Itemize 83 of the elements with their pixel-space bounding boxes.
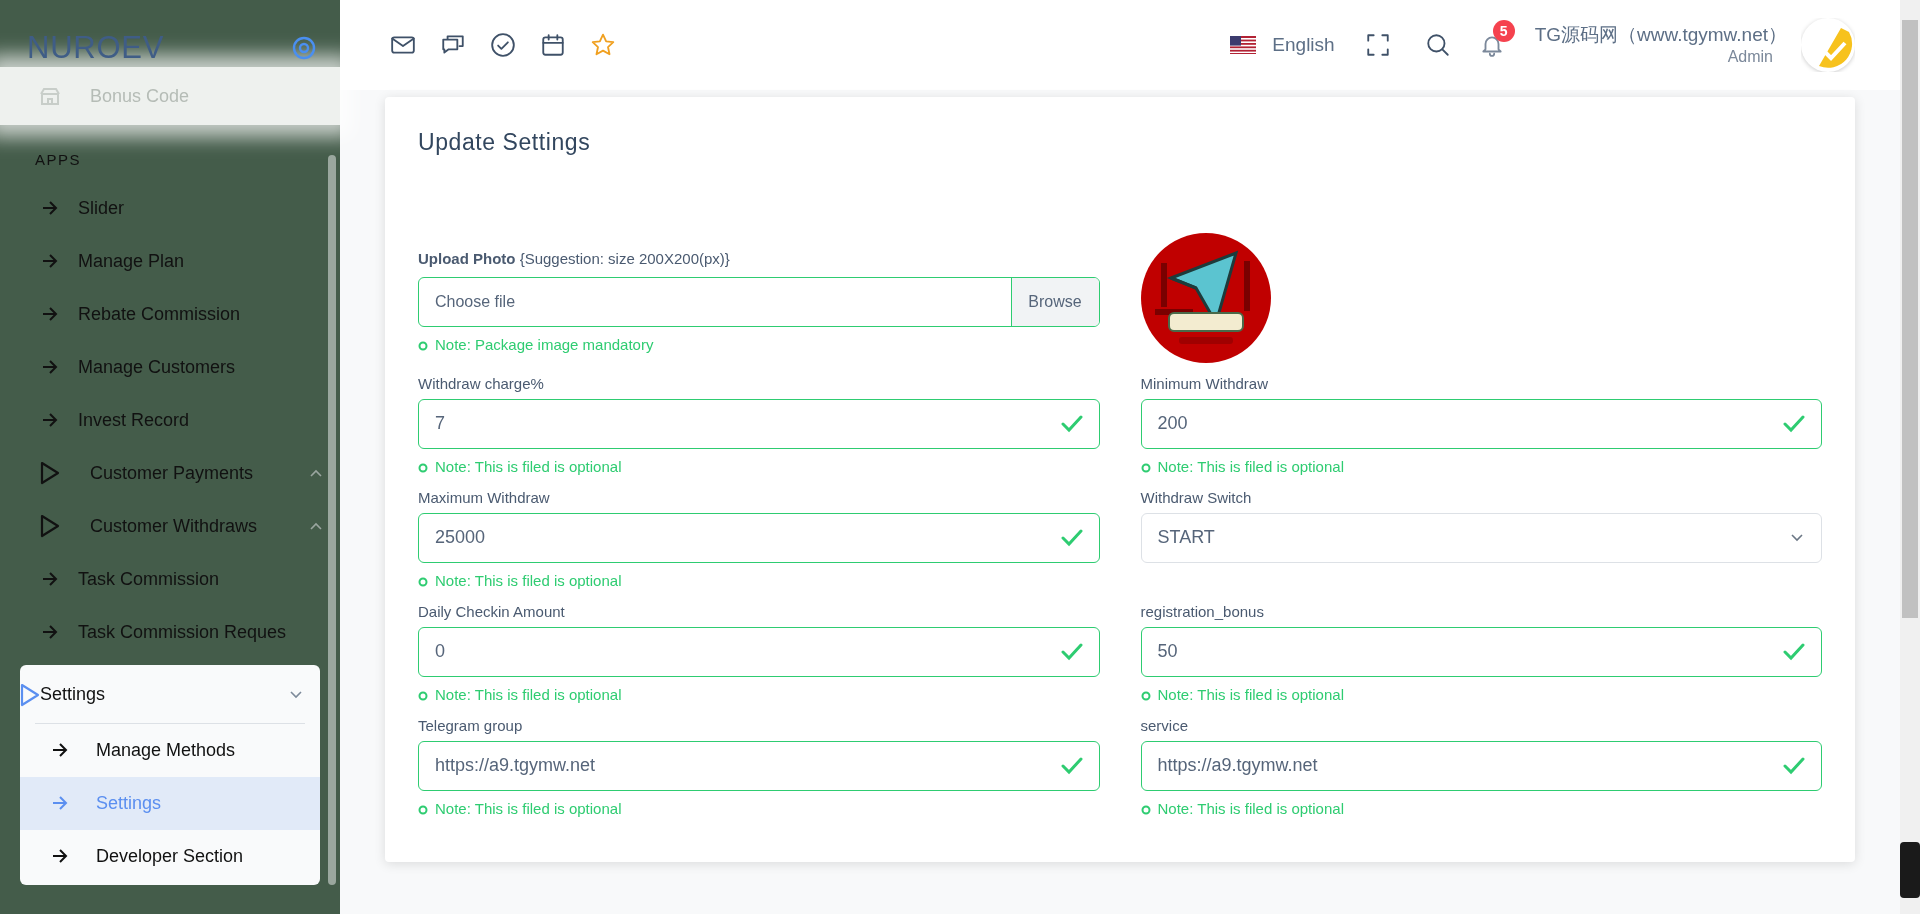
field-note: Note: This is filed is optional [1157, 799, 1344, 820]
us-flag-icon[interactable] [1230, 36, 1257, 54]
check-icon [1783, 756, 1805, 775]
text-input[interactable]: https://a9.tgymw.net [418, 740, 1100, 791]
check-icon [1060, 756, 1083, 775]
circle-icon [418, 690, 428, 701]
submenu-item[interactable]: Developer Section [20, 829, 320, 883]
arrow-icon [42, 572, 58, 586]
field-note: Note: This is filed is optional [435, 571, 622, 592]
user-role: Admin [1727, 46, 1773, 67]
scroll-widget [1900, 842, 1920, 898]
text-input[interactable]: https://a9.tgymw.net [1140, 740, 1822, 791]
field-label: Withdraw charge% [418, 373, 544, 393]
field-note: Note: This is filed is optional [1157, 457, 1344, 478]
field-note: Note: This is filed is optional [1157, 685, 1344, 706]
star-icon[interactable] [590, 32, 616, 58]
calendar-icon[interactable] [540, 32, 566, 58]
store-icon [40, 86, 60, 106]
text-input[interactable]: 7 [418, 398, 1100, 449]
select-dropdown[interactable]: START [1140, 512, 1822, 563]
card-title: Update Settings [418, 128, 591, 157]
menu-group[interactable]: Settings [20, 666, 320, 723]
user-name: TG源码网（www.tgymw.net） [1534, 23, 1787, 47]
arrow-icon [42, 254, 58, 268]
browse-button[interactable]: Browse [1010, 277, 1099, 326]
circle-icon [418, 576, 428, 587]
arrow-icon [52, 849, 68, 863]
arrow-icon [52, 796, 68, 810]
circle-icon [1140, 804, 1151, 815]
submenu-item[interactable]: Manage Methods [20, 723, 320, 777]
chevron-icon [1791, 533, 1803, 542]
fullscreen-icon[interactable] [1364, 32, 1391, 58]
field-label: registration_bonus [1140, 601, 1264, 621]
field-label: Telegram group [418, 715, 523, 735]
field-label: Withdraw Switch [1140, 487, 1252, 507]
field-label: service [1140, 715, 1188, 735]
check-circle-icon[interactable] [490, 32, 516, 58]
file-input[interactable]: Choose file Browse [418, 276, 1100, 327]
menu-label: Bonus Code [90, 84, 190, 108]
triangle-icon [20, 682, 40, 707]
circle-icon [1140, 462, 1151, 473]
field-label: Upload Photo {Suggestion: size 200X200(px)} [418, 248, 731, 268]
circle-icon [418, 462, 428, 473]
sidebar-scrollbar[interactable] [328, 155, 336, 885]
scrollbar[interactable] [1900, 0, 1920, 914]
circle-icon [1140, 690, 1151, 701]
field-label: Minimum Withdraw [1140, 373, 1268, 393]
field-label: Daily Checkin Amount [418, 601, 565, 621]
arrow-icon [42, 201, 58, 215]
section-heading: APPS [35, 150, 82, 170]
check-icon [1060, 414, 1083, 433]
arrow-icon [42, 625, 58, 639]
notification-badge: 5 [1492, 20, 1515, 42]
check-icon [1060, 642, 1083, 661]
file-placeholder: Choose file [434, 291, 517, 312]
check-icon [1783, 642, 1805, 661]
triangle-icon [40, 461, 60, 485]
field-note: Note: This is filed is optional [435, 685, 622, 706]
field-note: Note: Package image mandatory [435, 335, 654, 356]
circle-icon [418, 340, 428, 351]
language-selector[interactable]: English [1272, 30, 1335, 60]
triangle-icon [40, 514, 60, 538]
field-label: Maximum Withdraw [418, 487, 550, 507]
field-note: Note: This is filed is optional [435, 457, 622, 478]
check-icon [1783, 414, 1805, 433]
circle-icon [418, 804, 428, 815]
text-input[interactable]: 0 [418, 626, 1100, 677]
chevron-icon [310, 522, 322, 530]
scrollbar-thumb[interactable] [1902, 20, 1918, 618]
check-icon [1060, 528, 1083, 547]
brand-logo: NUROEV [27, 32, 165, 63]
arrow-icon [42, 307, 58, 321]
text-input[interactable]: 25000 [418, 512, 1100, 563]
arrow-icon [42, 360, 58, 374]
target-icon[interactable] [292, 35, 316, 60]
chevron-icon [290, 690, 302, 699]
search-icon[interactable] [1424, 32, 1451, 58]
arrow-icon [42, 413, 58, 427]
field-note: Note: This is filed is optional [435, 799, 622, 820]
chevron-icon [310, 469, 322, 477]
text-input[interactable]: 50 [1140, 626, 1822, 677]
text-input[interactable]: 200 [1140, 398, 1822, 449]
arrow-icon [52, 743, 68, 757]
